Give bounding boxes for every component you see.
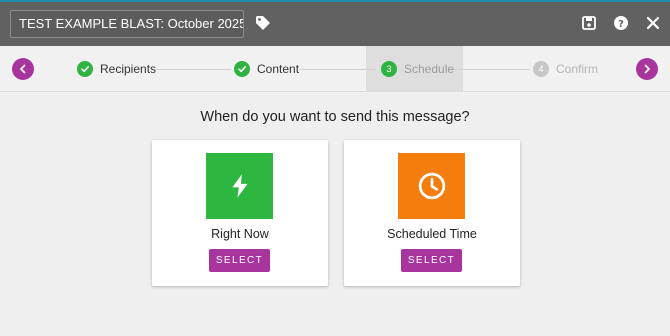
- wizard-stepper: Recipients Content 3 Schedule 4 Confirm: [0, 46, 670, 92]
- checkmark-icon: [77, 61, 93, 77]
- option-card-right-now: Right Now SELECT: [152, 140, 328, 286]
- step-schedule[interactable]: 3 Schedule: [381, 46, 454, 92]
- step-connector: [300, 69, 376, 70]
- step-connector: [155, 69, 231, 70]
- option-label: Scheduled Time: [387, 227, 477, 241]
- schedule-question: When do you want to send this message?: [200, 109, 470, 125]
- select-scheduled-time-button[interactable]: SELECT: [401, 249, 462, 272]
- option-label: Right Now: [211, 227, 269, 241]
- next-step-button[interactable]: [636, 58, 658, 80]
- message-title-field[interactable]: TEST EXAMPLE BLAST: October 2025: [10, 10, 244, 38]
- step-confirm[interactable]: 4 Confirm: [533, 46, 598, 92]
- help-icon[interactable]: ?: [613, 15, 629, 31]
- step-label: Recipients: [100, 62, 157, 76]
- chevron-left-icon: [20, 64, 26, 74]
- step-content[interactable]: Content: [234, 46, 299, 92]
- step-label: Schedule: [404, 62, 455, 76]
- step-number: 3: [381, 61, 397, 77]
- step-number: 4: [533, 61, 549, 77]
- step-label: Content: [257, 62, 300, 76]
- svg-text:?: ?: [618, 19, 624, 30]
- chevron-right-icon: [644, 64, 650, 74]
- step-label: Confirm: [556, 62, 599, 76]
- select-right-now-button[interactable]: SELECT: [209, 249, 270, 272]
- previous-step-button[interactable]: [12, 58, 34, 80]
- close-icon[interactable]: [645, 15, 661, 31]
- step-recipients[interactable]: Recipients: [77, 46, 156, 92]
- top-toolbar: TEST EXAMPLE BLAST: October 2025 ?: [0, 0, 670, 46]
- tag-icon[interactable]: [255, 15, 271, 31]
- checkmark-icon: [234, 61, 250, 77]
- option-card-scheduled-time: Scheduled Time SELECT: [344, 140, 520, 286]
- clock-icon: [398, 153, 465, 219]
- step-connector: [451, 69, 530, 70]
- save-icon[interactable]: [581, 15, 597, 31]
- lightning-bolt-icon: [206, 153, 273, 219]
